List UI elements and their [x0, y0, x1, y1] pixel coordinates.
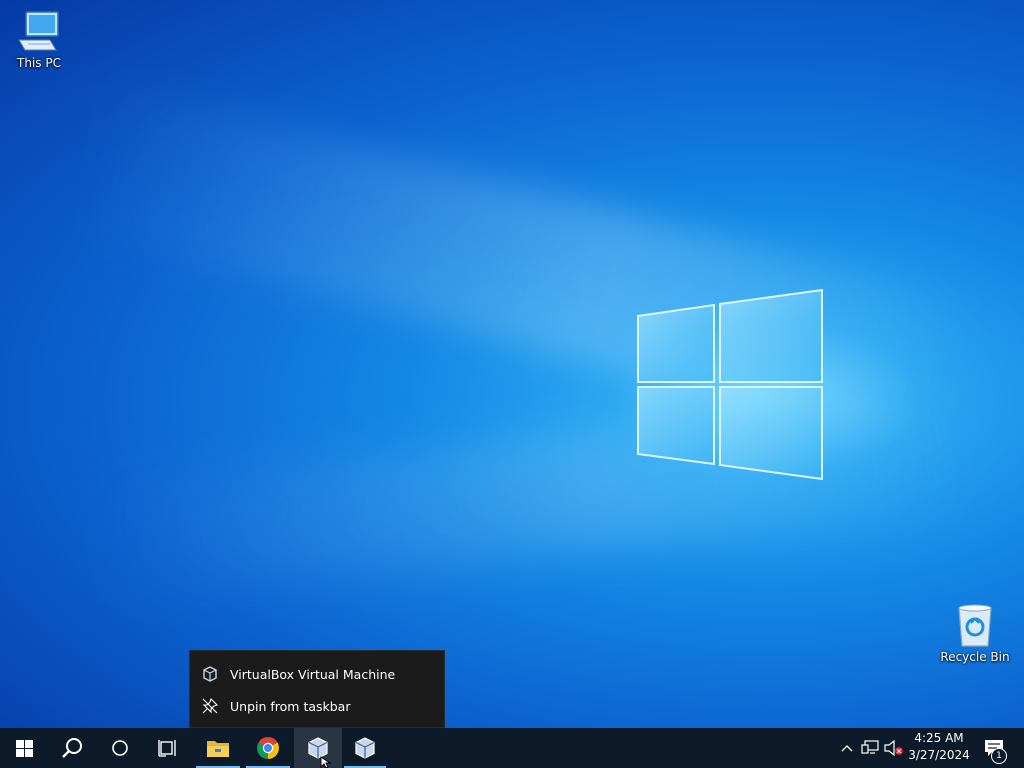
computer-icon	[18, 11, 59, 51]
jump-list-item-label: VirtualBox Virtual Machine	[230, 666, 396, 682]
chrome-icon	[257, 737, 279, 759]
windows-start-icon	[15, 739, 33, 757]
virtualbox-window-button[interactable]	[342, 728, 388, 768]
cortana-icon	[112, 740, 128, 756]
show-hidden-icons-button[interactable]	[836, 728, 858, 768]
desktop-icon-label: This PC	[17, 56, 61, 70]
network-tray-button[interactable]	[858, 728, 882, 768]
wallpaper-light-beam	[0, 387, 1000, 613]
search-icon	[62, 738, 82, 758]
clock-date: 3/27/2024	[908, 748, 970, 762]
desktop-icon-recycle-bin[interactable]: Recycle Bin	[940, 602, 1010, 664]
chevron-up-icon	[841, 745, 853, 752]
jump-list-item-label: Unpin from taskbar	[230, 698, 351, 714]
virtualbox-icon	[190, 666, 230, 682]
clock[interactable]: 4:25 AM 3/27/2024	[904, 730, 974, 766]
wallpaper-light-beam	[0, 55, 1000, 465]
jump-list-item-unpin[interactable]: Unpin from taskbar	[190, 691, 444, 721]
task-view-icon	[158, 740, 176, 757]
chrome-button[interactable]	[244, 728, 292, 768]
mouse-cursor	[320, 756, 332, 768]
unpin-icon	[190, 698, 230, 714]
task-view-button[interactable]	[144, 728, 192, 768]
virtualbox-taskbar-button[interactable]	[294, 728, 342, 768]
taskbar-jump-list: VirtualBox Virtual Machine Unpin from ta…	[189, 650, 445, 728]
jump-list-item-virtualbox-vm[interactable]: VirtualBox Virtual Machine	[190, 659, 444, 689]
cortana-button[interactable]	[96, 728, 144, 768]
virtualbox-icon	[355, 737, 375, 759]
clock-time: 4:25 AM	[914, 731, 964, 745]
desktop-icon-this-pc[interactable]: This PC	[4, 10, 74, 70]
folder-icon	[207, 741, 229, 757]
desktop-icon-label: Recycle Bin	[940, 650, 1010, 664]
volume-tray-button[interactable]	[882, 728, 906, 768]
file-explorer-button[interactable]	[194, 728, 242, 768]
notification-count-badge: 1	[991, 748, 1007, 764]
recycle-bin-icon	[958, 604, 992, 647]
network-icon	[861, 740, 879, 754]
start-button[interactable]	[0, 728, 48, 768]
volume-muted-icon	[884, 740, 903, 756]
search-button[interactable]	[48, 728, 96, 768]
windows-logo-wallpaper	[637, 288, 823, 481]
taskbar: 4:25 AM 3/27/2024	[0, 728, 1024, 768]
